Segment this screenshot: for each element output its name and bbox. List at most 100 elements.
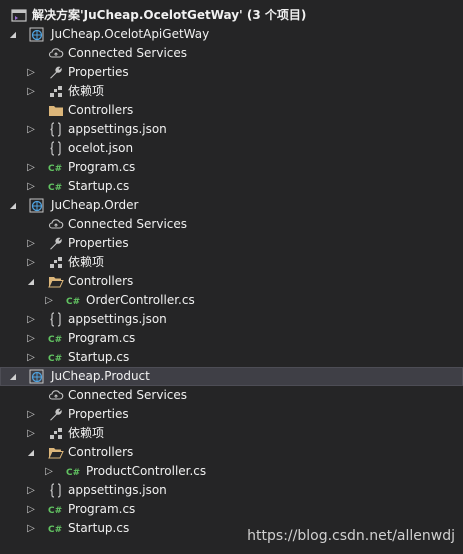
connected-services-label: Connected Services <box>68 46 188 60</box>
cloud-icon <box>48 217 64 232</box>
connected-services-node[interactable]: Connected Services <box>0 386 463 405</box>
program-cs-label: Program.cs <box>68 502 136 516</box>
svg-text:C#: C# <box>48 183 62 193</box>
solution-explorer-tree: 解决方案'JuCheap.OcelotGetWay' (3 个项目) JuChe… <box>0 6 463 538</box>
json-file-icon <box>48 141 64 156</box>
csharp-file-icon: C# <box>66 293 82 308</box>
expand-arrow-icon[interactable] <box>25 443 37 462</box>
properties-node[interactable]: Properties <box>0 405 463 424</box>
expand-arrow-icon[interactable] <box>25 519 37 538</box>
expand-arrow-icon[interactable] <box>25 272 37 291</box>
expand-arrow-icon[interactable] <box>25 329 37 348</box>
solution-icon <box>11 8 27 23</box>
csharp-file-icon: C# <box>48 521 64 536</box>
program-cs-label: Program.cs <box>68 331 136 345</box>
appsettings-node[interactable]: appsettings.json <box>0 310 463 329</box>
startup-cs-node[interactable]: C# Startup.cs <box>0 177 463 196</box>
cloud-icon <box>48 46 64 61</box>
startup-cs-label: Startup.cs <box>68 179 130 193</box>
expand-arrow-icon[interactable] <box>25 253 37 272</box>
dependencies-node[interactable]: 依赖项 <box>0 253 463 272</box>
expand-arrow-icon[interactable] <box>25 177 37 196</box>
dependencies-label: 依赖项 <box>68 255 105 269</box>
wrench-icon <box>48 407 64 422</box>
controllers-label: Controllers <box>68 103 134 117</box>
project-label: JuCheap.Order <box>51 198 139 212</box>
svg-text:C#: C# <box>48 525 62 535</box>
expand-arrow-icon[interactable] <box>7 196 19 215</box>
properties-node[interactable]: Properties <box>0 234 463 253</box>
open-folder-icon <box>48 274 64 289</box>
controllers-folder-node[interactable]: Controllers <box>0 101 463 120</box>
order-controller-label: OrderController.cs <box>86 293 195 307</box>
dependencies-label: 依赖项 <box>68 84 105 98</box>
csharp-file-icon: C# <box>48 331 64 346</box>
web-project-icon <box>29 198 45 213</box>
expand-arrow-icon[interactable] <box>7 367 19 386</box>
connected-services-node[interactable]: Connected Services <box>0 44 463 63</box>
connected-services-label: Connected Services <box>68 388 188 402</box>
expand-arrow-icon[interactable] <box>25 348 37 367</box>
svg-text:C#: C# <box>48 335 62 345</box>
dependencies-node[interactable]: 依赖项 <box>0 424 463 443</box>
startup-cs-label: Startup.cs <box>68 521 130 535</box>
program-cs-node[interactable]: C# Program.cs <box>0 500 463 519</box>
connected-services-node[interactable]: Connected Services <box>0 215 463 234</box>
csharp-file-icon: C# <box>48 179 64 194</box>
csharp-file-icon: C# <box>48 160 64 175</box>
svg-text:C#: C# <box>66 297 80 307</box>
csharp-file-icon: C# <box>48 502 64 517</box>
controllers-folder-node[interactable]: Controllers <box>0 272 463 291</box>
expand-arrow-icon[interactable] <box>25 405 37 424</box>
project-node-ocelotapigetway[interactable]: JuCheap.OcelotApiGetWay <box>0 25 463 44</box>
properties-node[interactable]: Properties <box>0 63 463 82</box>
wrench-icon <box>48 65 64 80</box>
expand-arrow-icon[interactable] <box>43 462 55 481</box>
project-label: JuCheap.Product <box>51 369 150 383</box>
watermark-url: https://blog.csdn.net/allenwdj <box>247 528 455 544</box>
svg-text:C#: C# <box>48 164 62 174</box>
dependencies-node[interactable]: 依赖项 <box>0 82 463 101</box>
startup-cs-node[interactable]: C# Startup.cs <box>0 348 463 367</box>
product-controller-node[interactable]: C# ProductController.cs <box>0 462 463 481</box>
cloud-icon <box>48 388 64 403</box>
controllers-label: Controllers <box>68 445 134 459</box>
startup-cs-label: Startup.cs <box>68 350 130 364</box>
dependencies-label: 依赖项 <box>68 426 105 440</box>
wrench-icon <box>48 236 64 251</box>
expand-arrow-icon[interactable] <box>25 63 37 82</box>
program-cs-node[interactable]: C# Program.cs <box>0 329 463 348</box>
order-controller-node[interactable]: C# OrderController.cs <box>0 291 463 310</box>
expand-arrow-icon[interactable] <box>25 310 37 329</box>
controllers-folder-node[interactable]: Controllers <box>0 443 463 462</box>
solution-node[interactable]: 解决方案'JuCheap.OcelotGetWay' (3 个项目) <box>0 6 463 25</box>
expand-arrow-icon[interactable] <box>25 500 37 519</box>
appsettings-label: appsettings.json <box>68 312 167 326</box>
json-file-icon <box>48 122 64 137</box>
expand-arrow-icon[interactable] <box>43 291 55 310</box>
appsettings-label: appsettings.json <box>68 483 167 497</box>
csharp-file-icon: C# <box>66 464 82 479</box>
expand-arrow-icon[interactable] <box>25 481 37 500</box>
program-cs-node[interactable]: C# Program.cs <box>0 158 463 177</box>
expand-arrow-icon[interactable] <box>7 25 19 44</box>
appsettings-label: appsettings.json <box>68 122 167 136</box>
json-file-icon <box>48 312 64 327</box>
expand-arrow-icon[interactable] <box>25 234 37 253</box>
svg-text:C#: C# <box>66 468 80 478</box>
appsettings-node[interactable]: appsettings.json <box>0 481 463 500</box>
expand-arrow-icon[interactable] <box>25 120 37 139</box>
expand-arrow-icon[interactable] <box>25 424 37 443</box>
product-controller-label: ProductController.cs <box>86 464 207 478</box>
ocelot-json-label: ocelot.json <box>68 141 134 155</box>
dependencies-icon <box>48 426 64 441</box>
svg-text:C#: C# <box>48 506 62 516</box>
appsettings-node[interactable]: appsettings.json <box>0 120 463 139</box>
expand-arrow-icon[interactable] <box>25 82 37 101</box>
expand-arrow-icon[interactable] <box>25 158 37 177</box>
ocelot-json-node[interactable]: ocelot.json <box>0 139 463 158</box>
web-project-icon <box>29 369 45 384</box>
properties-label: Properties <box>68 407 129 421</box>
project-node-product[interactable]: JuCheap.Product <box>0 367 463 386</box>
project-node-order[interactable]: JuCheap.Order <box>0 196 463 215</box>
